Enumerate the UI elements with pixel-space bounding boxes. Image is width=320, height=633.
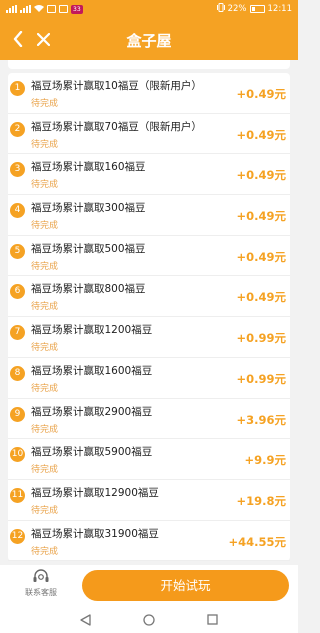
task-row[interactable]: 1 福豆场累计赢取10福豆（限新用户） 待完成 +0.49元 [8, 73, 290, 114]
task-index-badge: 12 [10, 528, 25, 544]
task-reward: +44.55元 [228, 534, 286, 549]
signal-icon [6, 5, 17, 13]
page-title: 盒子屋 [126, 32, 172, 50]
battery-icon [249, 5, 265, 13]
task-index-badge: 9 [10, 406, 25, 422]
task-status: 待完成 [31, 546, 59, 557]
back-triangle-icon[interactable] [80, 613, 91, 626]
bottom-bar: 联系客服 开始试玩 [0, 565, 298, 606]
clock: 12:11 [267, 4, 293, 14]
task-row[interactable]: 8 福豆场累计赢取1600福豆 待完成 +0.99元 [8, 358, 290, 399]
task-title: 福豆场累计赢取1600福豆 [31, 364, 153, 377]
task-title: 福豆场累计赢取800福豆 [31, 283, 146, 296]
task-status: 待完成 [31, 302, 59, 313]
task-row[interactable]: 11 福豆场累计赢取12900福豆 待完成 +19.8元 [8, 480, 290, 521]
task-index-badge: 4 [10, 203, 25, 219]
task-title: 福豆场累计赢取70福豆（限新用户） [31, 120, 202, 133]
task-title: 福豆场累计赢取10福豆（限新用户） [31, 80, 202, 92]
task-status: 待完成 [31, 139, 59, 150]
task-index-badge: 10 [10, 447, 25, 463]
vibrate-icon [216, 3, 225, 15]
task-index-badge: 8 [10, 365, 25, 381]
task-row[interactable]: 10 福豆场累计赢取5900福豆 待完成 +9.9元 [8, 439, 290, 480]
task-title: 福豆场累计赢取160福豆 [31, 161, 146, 174]
task-row[interactable]: 7 福豆场累计赢取1200福豆 待完成 +0.99元 [8, 317, 290, 358]
task-reward: +0.49元 [236, 127, 286, 142]
system-nav-bar [0, 606, 298, 633]
task-row[interactable]: 4 福豆场累计赢取300福豆 待完成 +0.49元 [8, 195, 290, 236]
task-title: 福豆场累计赢取2900福豆 [31, 405, 153, 418]
task-status: 待完成 [31, 221, 59, 232]
status-bar: 33 22% 12:11 [0, 0, 298, 18]
task-reward: +9.9元 [244, 453, 286, 468]
task-index-badge: 7 [10, 325, 25, 341]
task-status: 待完成 [31, 99, 59, 109]
start-trial-button[interactable]: 开始试玩 [82, 570, 289, 601]
task-row[interactable]: 3 福豆场累计赢取160福豆 待完成 +0.49元 [8, 154, 290, 196]
app-notification-badge: 33 [71, 4, 83, 14]
task-status: 待完成 [31, 465, 59, 476]
nav-bar: 盒子屋 [0, 18, 298, 60]
task-row[interactable]: 2 福豆场累计赢取70福豆（限新用户） 待完成 +0.49元 [8, 114, 290, 155]
task-reward: +0.99元 [236, 331, 286, 346]
task-title: 福豆场累计赢取31900福豆 [31, 527, 159, 540]
status-right: 22% 12:11 [216, 3, 293, 15]
task-status: 待完成 [31, 505, 59, 516]
task-reward: +0.49元 [236, 209, 286, 224]
image-icon [59, 5, 68, 13]
task-index-badge: 1 [10, 81, 25, 96]
wifi-icon [34, 4, 44, 15]
task-title: 福豆场累计赢取300福豆 [31, 202, 146, 215]
task-status: 待完成 [31, 424, 59, 435]
contact-support-button[interactable]: 联系客服 [18, 569, 64, 598]
recent-apps-square-icon[interactable] [207, 614, 218, 625]
task-index-badge: 5 [10, 243, 25, 259]
task-reward: +3.96元 [236, 412, 286, 427]
task-row[interactable]: 5 福豆场累计赢取500福豆 待完成 +0.49元 [8, 236, 290, 277]
contact-support-label: 联系客服 [25, 588, 57, 597]
status-left: 33 [6, 4, 83, 15]
headset-icon [33, 569, 49, 582]
task-reward: +19.8元 [236, 493, 286, 508]
task-row[interactable]: 12 福豆场累计赢取31900福豆 待完成 +44.55元 [8, 521, 290, 562]
task-list[interactable]: 1 福豆场累计赢取10福豆（限新用户） 待完成 +0.49元 2 福豆场累计赢取70福豆（… [8, 60, 290, 565]
signal-icon-2 [20, 5, 31, 13]
task-row[interactable]: 9 福豆场累计赢取2900福豆 待完成 +3.96元 [8, 399, 290, 440]
task-index-badge: 6 [10, 284, 25, 300]
task-reward: +0.49元 [236, 249, 286, 264]
task-title: 福豆场累计赢取1200福豆 [31, 324, 153, 337]
task-index-badge: 11 [10, 487, 25, 503]
task-status: 待完成 [31, 180, 59, 191]
task-status: 待完成 [31, 261, 59, 272]
task-status: 待完成 [31, 343, 59, 354]
task-status: 待完成 [31, 383, 59, 394]
task-row[interactable]: 6 福豆场累计赢取800福豆 待完成 +0.49元 [8, 276, 290, 318]
battery-percent: 22% [227, 4, 247, 14]
task-title: 福豆场累计赢取12900福豆 [31, 486, 159, 499]
task-reward: +0.49元 [236, 168, 286, 183]
task-reward: +0.49元 [236, 87, 286, 101]
task-index-badge: 2 [10, 121, 25, 137]
task-reward: +0.99元 [236, 371, 286, 386]
task-index-badge: 3 [10, 162, 25, 178]
message-icon [47, 5, 56, 13]
list-card-top [8, 60, 290, 69]
task-title: 福豆场累计赢取500福豆 [31, 242, 146, 255]
task-title: 福豆场累计赢取5900福豆 [31, 446, 153, 459]
task-reward: +0.49元 [236, 290, 286, 305]
task-rows: 1 福豆场累计赢取10福豆（限新用户） 待完成 +0.49元 2 福豆场累计赢取70福豆（… [8, 73, 290, 562]
home-circle-icon[interactable] [143, 613, 155, 626]
